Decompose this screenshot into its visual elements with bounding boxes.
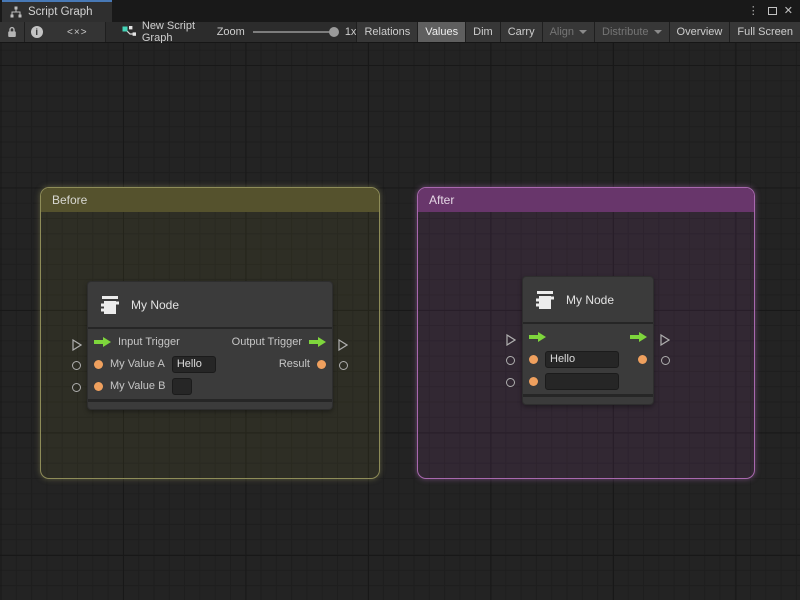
align-dropdown[interactable]: Align	[543, 22, 594, 42]
group-before-header[interactable]: Before	[41, 188, 379, 212]
group-before-title: Before	[52, 193, 87, 207]
input-trigger-port-icon[interactable]	[529, 332, 546, 342]
input-trigger-port-icon[interactable]	[94, 337, 111, 347]
values-button[interactable]: Values	[418, 22, 465, 42]
ext-output-trigger-port[interactable]	[660, 333, 670, 351]
group-after-title: After	[429, 193, 454, 207]
ext-result-port[interactable]	[661, 356, 670, 365]
result-label: Result	[279, 358, 310, 370]
overview-button[interactable]: Overview	[670, 22, 730, 42]
value-a-port-icon[interactable]	[94, 360, 103, 369]
group-after-header[interactable]: After	[418, 188, 754, 212]
carry-button[interactable]: Carry	[501, 22, 542, 42]
node-my-node-after[interactable]: My Node	[522, 276, 654, 405]
tab-bar: Script Graph ⋮ ✕	[0, 0, 800, 22]
ext-value-b-port[interactable]	[72, 383, 81, 392]
maximize-icon[interactable]	[768, 7, 777, 15]
distribute-label: Distribute	[602, 26, 648, 38]
value-b-port-icon[interactable]	[529, 377, 538, 386]
node-my-node-before[interactable]: My Node Input Trigger Output Trigger	[87, 281, 333, 410]
tab-script-graph[interactable]: Script Graph	[2, 0, 112, 22]
fullscreen-button[interactable]: Full Screen	[730, 22, 800, 42]
node-header[interactable]: My Node	[523, 277, 653, 324]
zoom-slider[interactable]	[253, 31, 337, 33]
graph-toolbar: i <×> New Script Graph Zoom 1x	[0, 22, 800, 43]
node-footer	[523, 394, 653, 404]
ext-value-b-port[interactable]	[506, 378, 515, 387]
ext-output-trigger-port[interactable]	[338, 338, 348, 356]
graph-title: New Script Graph	[142, 20, 199, 44]
code-view-icon: <×>	[67, 27, 88, 38]
node-body	[523, 324, 653, 394]
ext-input-trigger-port[interactable]	[72, 338, 82, 356]
node-body: Input Trigger Output Trigger My Value A …	[88, 329, 332, 399]
result-port-icon[interactable]	[317, 360, 326, 369]
ext-input-trigger-port[interactable]	[506, 333, 516, 351]
script-graph-window: Script Graph ⋮ ✕ i <×>	[0, 0, 800, 600]
value-a-label: My Value A	[110, 358, 165, 370]
node-header[interactable]: My Node	[88, 282, 332, 329]
dim-button[interactable]: Dim	[466, 22, 500, 42]
relations-button[interactable]: Relations	[357, 22, 417, 42]
value-a-input[interactable]	[545, 351, 619, 368]
code-view-button[interactable]: <×>	[49, 22, 105, 42]
input-trigger-label: Input Trigger	[118, 336, 180, 348]
info-icon: i	[31, 26, 43, 38]
unit-machine-icon	[533, 288, 557, 312]
result-port-icon[interactable]	[638, 355, 647, 364]
align-label: Align	[550, 26, 574, 38]
ext-result-port[interactable]	[339, 361, 348, 370]
output-trigger-port-icon[interactable]	[630, 332, 647, 342]
ext-value-a-port[interactable]	[506, 356, 515, 365]
output-trigger-label: Output Trigger	[232, 336, 302, 348]
port-row-triggers: Input Trigger Output Trigger	[88, 331, 332, 353]
value-b-input[interactable]	[172, 378, 192, 395]
zoom-label: Zoom	[217, 26, 245, 38]
window-controls: ⋮ ✕	[746, 0, 800, 22]
output-trigger-port-icon[interactable]	[309, 337, 326, 347]
graph-hierarchy-icon	[10, 6, 22, 18]
distribute-dropdown[interactable]: Distribute	[595, 22, 668, 42]
port-row-value-a: My Value A Result	[88, 353, 332, 375]
zoom-control: Zoom 1x	[217, 22, 357, 42]
window-menu-icon[interactable]: ⋮	[746, 6, 761, 17]
node-title: My Node	[131, 298, 179, 312]
unit-machine-icon	[98, 293, 122, 317]
info-button[interactable]: i	[25, 22, 49, 42]
port-row-triggers	[523, 326, 653, 348]
graph-canvas[interactable]: Before After My Nod	[0, 43, 800, 600]
value-a-input[interactable]	[172, 356, 216, 373]
toolbar-separator	[105, 22, 106, 42]
port-row-value-b	[523, 370, 653, 392]
zoom-value: 1x	[345, 26, 357, 38]
port-row-value-a	[523, 348, 653, 370]
zoom-slider-knob[interactable]	[329, 27, 339, 37]
chevron-down-icon	[579, 30, 587, 34]
close-icon[interactable]: ✕	[784, 6, 793, 17]
value-b-label: My Value B	[110, 380, 165, 392]
tab-title: Script Graph	[28, 6, 93, 18]
ext-value-a-port[interactable]	[72, 361, 81, 370]
lock-icon	[7, 26, 17, 38]
port-row-value-b: My Value B	[88, 375, 332, 397]
chevron-down-icon	[654, 30, 662, 34]
graph-asset-icon	[122, 26, 136, 38]
value-a-port-icon[interactable]	[529, 355, 538, 364]
graph-title-area: New Script Graph	[122, 22, 199, 42]
node-title: My Node	[566, 293, 614, 307]
lock-button[interactable]	[0, 22, 24, 42]
value-b-input[interactable]	[545, 373, 619, 390]
toolbar-right-buttons: Relations Values Dim Carry Align Distrib…	[356, 22, 800, 42]
node-footer	[88, 399, 332, 409]
value-b-port-icon[interactable]	[94, 382, 103, 391]
